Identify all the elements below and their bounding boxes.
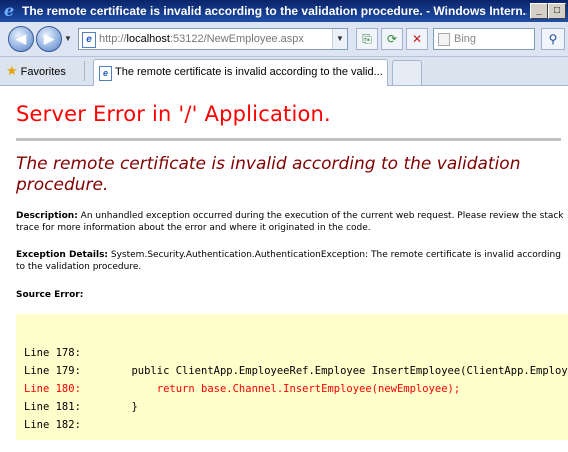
source-error-heading: Source Error: <box>16 289 564 301</box>
window-title: The remote certificate is invalid accord… <box>22 4 527 18</box>
url-path: :53122/NewEmployee.aspx <box>169 33 304 45</box>
tab-bar: ★ Favorites e The remote certificate is i… <box>0 57 568 86</box>
address-dropdown-button[interactable]: ▼ <box>332 29 347 49</box>
tab-label: The remote certificate is invalid accord… <box>115 66 383 78</box>
forward-button[interactable]: ▶ <box>36 26 62 52</box>
internet-explorer-icon: e <box>4 1 15 20</box>
error-title: The remote certificate is invalid accord… <box>16 154 521 195</box>
maximize-button[interactable]: □ <box>548 3 566 19</box>
exception-label: Exception Details: <box>16 250 109 260</box>
favorites-button[interactable]: ★ Favorites <box>6 63 66 79</box>
search-input[interactable]: Bing <box>454 29 476 49</box>
page-icon: e <box>82 32 96 48</box>
search-icon[interactable]: ⚲ <box>541 28 565 50</box>
description-text: An unhandled exception occurred during t… <box>16 211 564 233</box>
search-box[interactable]: Bing <box>433 28 535 50</box>
back-button[interactable]: ◀ <box>8 26 34 52</box>
code-line: Line 181: } <box>24 401 138 413</box>
source-code-box: Line 178: Line 179: public ClientApp.Emp… <box>16 314 568 440</box>
page-content: Server Error in '/' Application. The rem… <box>0 86 568 452</box>
address-url[interactable]: http://localhost:53122/NewEmployee.aspx <box>99 29 304 49</box>
url-host: localhost <box>126 33 170 45</box>
source-error-label: Source Error: <box>16 290 84 300</box>
code-line: Line 178: <box>24 347 81 359</box>
stop-button[interactable]: ✕ <box>406 28 428 50</box>
favorites-label: Favorites <box>20 66 66 78</box>
divider <box>84 61 85 81</box>
exception-paragraph: Exception Details: System.Security.Authe… <box>16 249 564 273</box>
url-prefix: http:// <box>99 33 127 45</box>
navigation-bar: ◀ ▶ ▼ e http://localhost:53122/NewEmploy… <box>0 22 568 57</box>
divider <box>16 138 561 141</box>
address-bar[interactable]: e http://localhost:53122/NewEmployee.asp… <box>78 28 348 50</box>
code-line-highlighted: Line 180: return base.Channel.InsertEmpl… <box>24 383 461 395</box>
compatibility-view-button[interactable]: ⎘ <box>356 28 378 50</box>
code-line: Line 182: <box>24 419 81 431</box>
code-line: Line 179: public ClientApp.EmployeeRef.E… <box>24 365 568 377</box>
refresh-button[interactable]: ⟳ <box>381 28 403 50</box>
tab-current[interactable]: e The remote certificate is invalid acco… <box>93 59 388 86</box>
description-label: Description: <box>16 211 78 221</box>
minimize-button[interactable]: _ <box>530 3 548 19</box>
new-tab-button[interactable] <box>392 60 422 85</box>
source-code: Line 178: Line 179: public ClientApp.Emp… <box>24 344 568 434</box>
recent-pages-dropdown[interactable]: ▼ <box>64 34 72 43</box>
description-paragraph: Description: An unhandled exception occu… <box>16 210 564 234</box>
page-icon: e <box>99 66 112 81</box>
title-bar: e The remote certificate is invalid acco… <box>0 0 568 22</box>
star-icon: ★ <box>6 63 18 78</box>
search-provider-icon <box>438 33 450 46</box>
page-title: Server Error in '/' Application. <box>16 102 331 126</box>
